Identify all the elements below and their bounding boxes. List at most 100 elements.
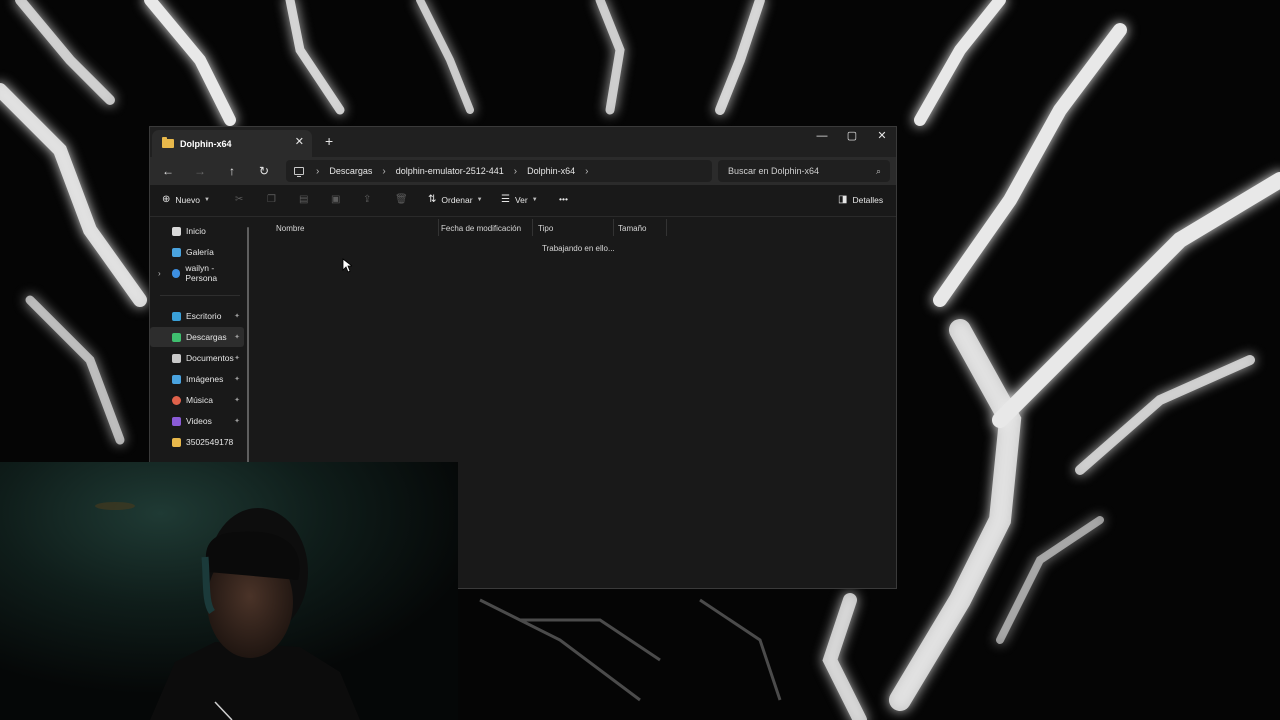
column-divider[interactable] xyxy=(532,219,533,236)
paste-icon[interactable]: ▤ xyxy=(299,194,308,205)
column-header-name[interactable]: Nombre xyxy=(276,221,304,237)
title-bar: Dolphin-x64 ✕ + — ▢ ✕ xyxy=(150,127,896,157)
sidebar-scrollbar[interactable] xyxy=(247,227,249,467)
rename-icon[interactable]: ▣ xyxy=(331,194,340,205)
close-window-button[interactable]: ✕ xyxy=(867,127,896,145)
music-icon xyxy=(172,395,181,405)
more-options-button[interactable]: ••• xyxy=(559,194,568,204)
new-label: Nuevo xyxy=(175,194,200,205)
maximize-button[interactable]: ▢ xyxy=(837,127,867,145)
share-icon[interactable]: ⇪ xyxy=(363,194,371,205)
cut-icon[interactable]: ✂ xyxy=(235,194,243,205)
folder-icon xyxy=(172,437,181,447)
sidebar-item-label: Inicio xyxy=(186,226,206,236)
sidebar-item-imagenes[interactable]: Imágenes ✦ xyxy=(150,369,244,389)
tab-dolphin-x64[interactable]: Dolphin-x64 ✕ xyxy=(152,130,312,157)
column-divider[interactable] xyxy=(613,219,614,236)
videos-icon xyxy=(172,416,181,426)
sidebar-item-inicio[interactable]: Inicio xyxy=(150,221,244,241)
up-button[interactable]: ↑ xyxy=(222,161,242,181)
sidebar-item-label: wailyn - Persona xyxy=(185,263,218,283)
column-divider[interactable] xyxy=(666,219,667,236)
minimize-button[interactable]: — xyxy=(807,127,837,145)
new-button[interactable]: ⊕ Nuevo ▼ xyxy=(162,194,210,205)
breadcrumb-separator[interactable]: › xyxy=(382,166,385,177)
column-header-type[interactable]: Tipo xyxy=(538,221,553,237)
pin-icon: ✦ xyxy=(234,376,240,383)
sidebar-item-label: Galería xyxy=(186,247,214,257)
sort-icon: ⇅ xyxy=(428,194,437,205)
pin-icon: ✦ xyxy=(234,418,240,425)
search-placeholder: Buscar en Dolphin-x64 xyxy=(728,166,820,176)
plus-circle-icon: ⊕ xyxy=(162,194,171,205)
folder-icon xyxy=(162,137,174,148)
sidebar-item-label: Descargas xyxy=(186,332,227,342)
sidebar-item-label: Escritorio xyxy=(186,311,222,321)
command-bar: ⊕ Nuevo ▼ ✂ ❐ ▤ ▣ ⇪ 🗑 ⇅ Ordenar ▼ ☰ Ver … xyxy=(150,185,896,217)
chevron-down-icon: ▼ xyxy=(203,196,210,203)
webcam-person-image xyxy=(0,462,458,720)
desktop-icon xyxy=(172,311,181,321)
refresh-button[interactable]: ↻ xyxy=(254,161,274,181)
chevron-down-icon: ▼ xyxy=(476,196,483,203)
copy-icon[interactable]: ❐ xyxy=(267,194,276,205)
breadcrumb-descargas[interactable]: Descargas xyxy=(329,166,372,176)
breadcrumb-dolphin-x64[interactable]: Dolphin-x64 xyxy=(527,166,575,176)
pictures-icon xyxy=(172,374,181,384)
onedrive-icon xyxy=(172,268,181,278)
breadcrumb-dolphin-emulator[interactable]: dolphin-emulator-2512-441 xyxy=(396,166,504,176)
sidebar-item-videos[interactable]: Videos ✦ xyxy=(150,411,244,431)
sidebar-item-galeria[interactable]: Galería xyxy=(150,242,244,262)
webcam-overlay xyxy=(0,462,458,720)
breadcrumb-separator[interactable]: › xyxy=(585,166,588,177)
navigation-bar: ← → ↑ ↻ › Descargas › dolphin-emulator-2… xyxy=(150,157,896,185)
forward-button[interactable]: → xyxy=(190,161,210,181)
view-label: Ver xyxy=(514,194,528,205)
chevron-down-icon: ▼ xyxy=(531,196,538,203)
view-lines-icon: ☰ xyxy=(501,194,510,205)
this-pc-icon[interactable] xyxy=(294,167,304,177)
sidebar-item-descargas[interactable]: Descargas ✦ xyxy=(150,327,244,347)
column-divider[interactable] xyxy=(438,219,439,236)
gallery-icon xyxy=(172,247,181,257)
address-bar[interactable]: › Descargas › dolphin-emulator-2512-441 … xyxy=(286,160,712,182)
documents-icon xyxy=(172,353,181,363)
delete-icon[interactable]: 🗑 xyxy=(395,194,408,205)
search-input[interactable]: Buscar en Dolphin-x64 ⌕ xyxy=(718,160,890,182)
sidebar-item-folder-3502549178[interactable]: 3502549178 xyxy=(150,432,244,452)
details-label: Detalles xyxy=(852,194,884,205)
search-icon[interactable]: ⌕ xyxy=(876,160,881,182)
breadcrumb-separator[interactable]: › xyxy=(316,166,319,177)
sidebar-item-label: Documentos xyxy=(186,353,234,363)
new-tab-button[interactable]: + xyxy=(325,133,333,149)
sort-label: Ordenar xyxy=(441,194,473,205)
sidebar-item-label: 3502549178 xyxy=(186,437,234,447)
home-icon xyxy=(172,226,181,236)
sidebar-divider xyxy=(160,295,240,296)
details-button[interactable]: ◨ Detalles xyxy=(838,194,883,205)
pin-icon: ✦ xyxy=(234,313,240,320)
sidebar-item-documentos[interactable]: Documentos ✦ xyxy=(150,348,244,368)
sidebar-item-label: Imágenes xyxy=(186,374,224,384)
tab-title: Dolphin-x64 xyxy=(180,138,232,149)
column-header-size[interactable]: Tamaño xyxy=(618,221,646,237)
view-button[interactable]: ☰ Ver ▼ xyxy=(501,194,538,205)
chevron-right-icon[interactable]: › xyxy=(158,269,161,278)
close-tab-icon[interactable]: ✕ xyxy=(295,135,304,148)
pin-icon: ✦ xyxy=(234,397,240,404)
pin-icon: ✦ xyxy=(234,355,240,362)
sidebar-item-onedrive[interactable]: › wailyn - Persona xyxy=(150,263,244,283)
sidebar-item-escritorio[interactable]: Escritorio ✦ xyxy=(150,306,244,326)
sidebar-item-musica[interactable]: Música ✦ xyxy=(150,390,244,410)
sidebar-item-label: Videos xyxy=(186,416,212,426)
mouse-cursor-icon xyxy=(342,258,352,273)
details-pane-icon: ◨ xyxy=(838,194,848,205)
sidebar-item-label: Música xyxy=(186,395,213,405)
loading-status-text: Trabajando en ello... xyxy=(542,244,615,253)
back-button[interactable]: ← xyxy=(158,161,178,181)
pin-icon: ✦ xyxy=(234,334,240,341)
column-header-date[interactable]: Fecha de modificación xyxy=(441,221,521,237)
downloads-icon xyxy=(172,332,181,342)
sort-button[interactable]: ⇅ Ordenar ▼ xyxy=(428,194,483,205)
breadcrumb-separator[interactable]: › xyxy=(514,166,517,177)
